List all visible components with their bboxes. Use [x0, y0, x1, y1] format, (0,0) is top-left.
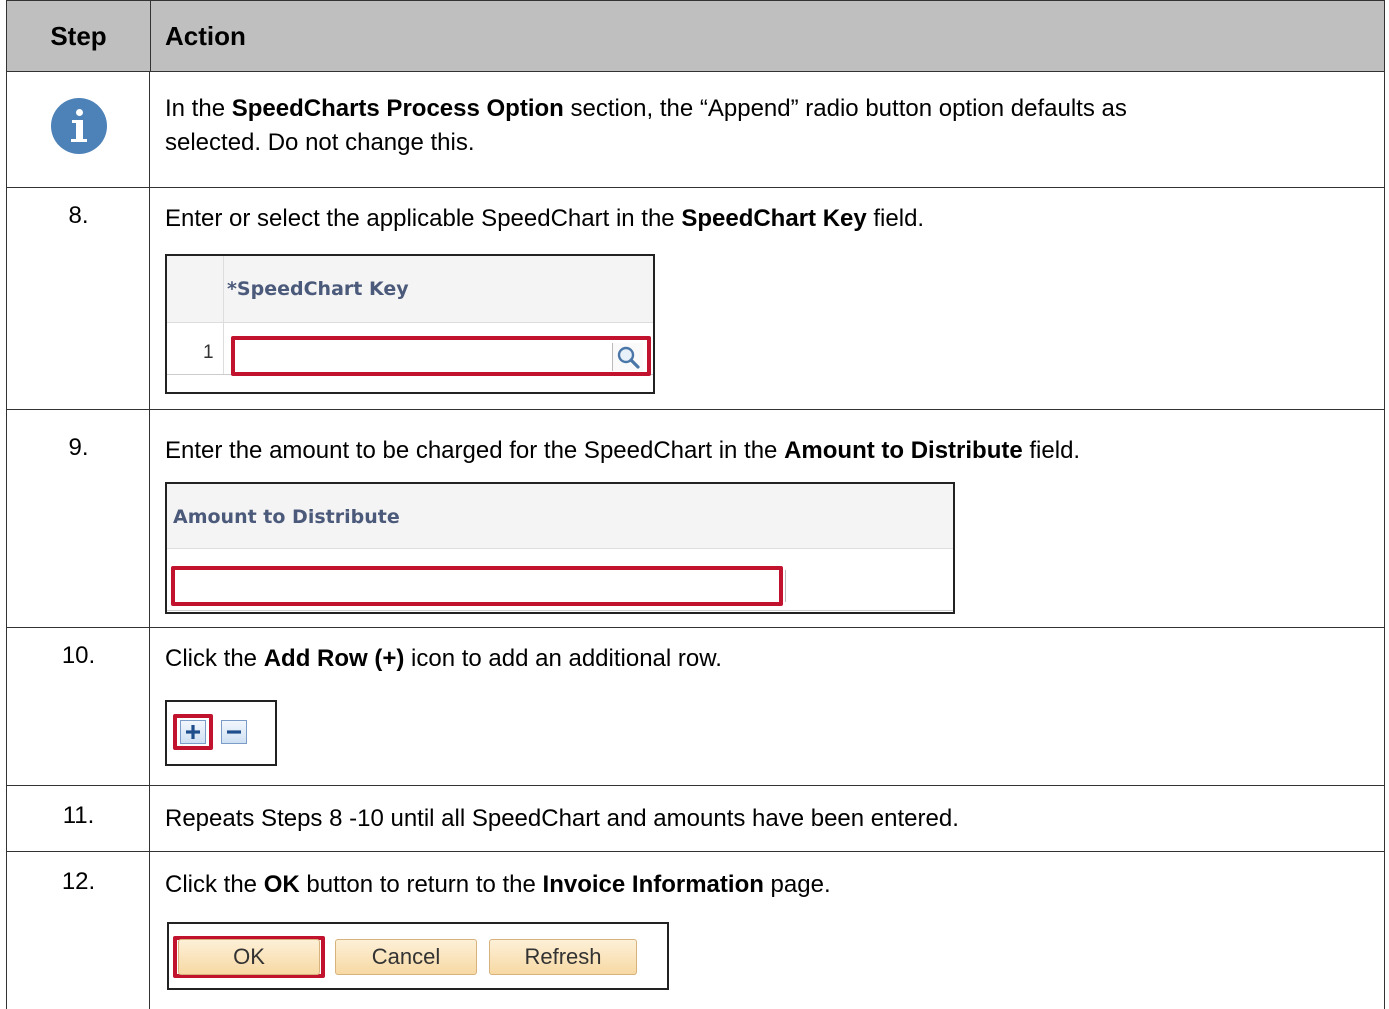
header-action: Action [165, 20, 246, 51]
text-segment: icon to add an additional row. [404, 645, 722, 672]
row-number: 1 [203, 342, 214, 363]
step-cell: 9. [7, 410, 150, 627]
step-cell: 12. [7, 852, 150, 1009]
text-segment: button to return to the [299, 871, 543, 898]
text-segment: Click the [165, 871, 264, 898]
table-row: 9. Enter the amount to be charged for th… [6, 410, 1385, 628]
step-number: 12. [61, 868, 96, 895]
delete-row-button[interactable] [221, 720, 247, 744]
minus-icon [227, 730, 241, 734]
amount-label: Amount to Distribute [173, 506, 400, 528]
bold-text: SpeedChart Key [681, 205, 867, 232]
text-segment: page. [763, 871, 831, 898]
bold-text: OK [263, 871, 300, 898]
info-icon [51, 98, 107, 154]
amount-to-distribute-input[interactable] [177, 572, 777, 602]
highlight-box [171, 566, 783, 606]
step-cell: 11. [7, 786, 150, 851]
magnifier-icon [617, 346, 640, 369]
grid-divider [167, 610, 953, 611]
action-text: Click the OK button to return to the Inv… [165, 868, 831, 902]
table-row: In the SpeedCharts Process Option sectio… [6, 72, 1385, 188]
action-text: In the SpeedCharts Process Option sectio… [165, 92, 1127, 160]
highlight-box [231, 336, 651, 376]
step-number: 9. [68, 434, 89, 461]
table-row: 12. Click the OK button to return to the… [6, 852, 1385, 1009]
step-number: 8. [68, 202, 89, 229]
speedchart-key-input[interactable] [237, 342, 611, 372]
text-segment: Enter or select the applicable SpeedChar… [165, 205, 682, 232]
header-step: Step [7, 1, 151, 71]
action-text: Enter or select the applicable SpeedChar… [165, 202, 924, 236]
table-row: 11. Repeats Steps 8 -10 until all SpeedC… [6, 786, 1385, 852]
cancel-button[interactable]: Cancel [335, 939, 477, 975]
lookup-button[interactable] [612, 343, 643, 371]
add-row-button[interactable] [180, 720, 206, 744]
action-text: Click the Add Row (+) icon to add an add… [165, 642, 722, 676]
step-cell [7, 72, 150, 187]
add-row-screenshot [165, 700, 277, 766]
table-header: Step Action [6, 0, 1385, 72]
text-segment: In the [165, 95, 232, 122]
text-segment: selected. Do not change this. [165, 129, 475, 156]
step-cell: 8. [7, 188, 150, 409]
action-text: Repeats Steps 8 -10 until all SpeedChart… [165, 805, 959, 832]
action-text: Enter the amount to be charged for the S… [165, 434, 1080, 468]
speedchart-screenshot: *SpeedChart Key 1 [165, 254, 655, 394]
text-segment: field. [866, 205, 925, 232]
table-row: 10. Click the Add Row (+) icon to add an… [6, 628, 1385, 786]
grid-divider [223, 256, 224, 374]
text-segment: field. [1022, 437, 1081, 464]
text-segment: section, the “Append” radio button optio… [563, 95, 1127, 122]
plus-icon [186, 725, 200, 739]
table-row: 8. Enter or select the applicable SpeedC… [6, 188, 1385, 410]
text-segment: Click the [165, 645, 264, 672]
step-cell: 10. [7, 628, 150, 785]
bold-text: Invoice Information [542, 871, 764, 898]
step-number: 10. [61, 642, 96, 669]
bold-text: Add Row (+) [263, 645, 405, 672]
speedchart-key-label: *SpeedChart Key [227, 278, 409, 300]
field-edge [785, 570, 786, 602]
text-segment: Enter the amount to be charged for the S… [165, 437, 785, 464]
amount-screenshot: Amount to Distribute [165, 482, 955, 614]
ok-button[interactable]: OK [178, 939, 320, 975]
step-number: 11. [62, 802, 95, 829]
bold-text: Amount to Distribute [784, 437, 1023, 464]
bold-text: SpeedCharts Process Option [231, 95, 564, 122]
buttons-screenshot: OK Cancel Refresh [167, 922, 669, 990]
refresh-button[interactable]: Refresh [489, 939, 637, 975]
